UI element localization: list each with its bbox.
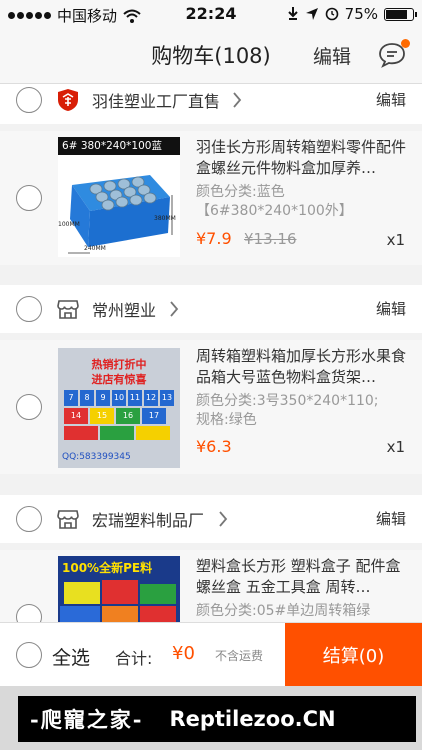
dimension-depth-label: 240MM	[84, 245, 106, 252]
product-spec-color[interactable]: 颜色分类:3号350*240*110;	[196, 392, 410, 411]
dimension-width-label: 380MM	[154, 215, 176, 222]
shop-header[interactable]: 宏瑞塑料制品厂 编辑	[0, 495, 422, 543]
select-all-label[interactable]: 全选	[52, 643, 90, 670]
shop-name[interactable]: 宏瑞塑料制品厂	[92, 507, 204, 531]
rotation-lock-icon	[287, 7, 298, 20]
item-select-radio[interactable]	[16, 185, 42, 211]
dimension-height-label: 100MM	[58, 221, 80, 228]
thumb-promo-line-1: 热销打折中	[91, 358, 147, 371]
thumb-label: 100%全新PE料	[62, 561, 153, 575]
shop-edit-button[interactable]: 编辑	[376, 508, 406, 529]
product-spec-color[interactable]: 颜色分类:05#单边周转箱绿	[196, 602, 410, 621]
box-number: 8	[80, 390, 94, 406]
shop-name[interactable]: 羽佳塑业工厂直售	[92, 88, 220, 112]
edit-button[interactable]: 编辑	[313, 42, 351, 69]
shop-select-radio[interactable]	[16, 87, 42, 113]
product-price: ¥7.9	[196, 229, 232, 248]
watermark: -爬寵之家- Reptilezoo.CN	[18, 696, 416, 742]
product-title[interactable]: 塑料盒长方形 塑料盒子 配件盒 螺丝盒 五金工具盒 周转…	[196, 556, 408, 598]
thumb-promo-line-2: 进店有惊喜	[91, 373, 147, 386]
blue-crate-image	[68, 175, 173, 254]
shop-header[interactable]: 羽佳塑业工厂直售 编辑	[0, 84, 422, 124]
store-icon	[57, 510, 79, 529]
box-number: 10	[112, 390, 126, 406]
product-spec-size[interactable]: 【6#380*240*100外】	[196, 202, 410, 221]
product-title[interactable]: 羽佳长方形周转箱塑料零件配件盒螺丝元件物料盒加厚养…	[196, 137, 408, 179]
store-icon	[57, 300, 79, 319]
box-number: 9	[96, 390, 110, 406]
total-value: ¥0	[172, 643, 195, 664]
watermark-english: Reptilezoo.CN	[169, 707, 336, 731]
stacked-crates-image: 7 8 9 10 11 12 13 14 15 16 17	[64, 390, 174, 444]
watermark-chinese: -爬寵之家-	[30, 707, 144, 732]
shop-header[interactable]: 常州塑业 编辑	[0, 285, 422, 333]
status-icons: 75%	[287, 5, 417, 23]
item-select-radio[interactable]	[16, 394, 42, 420]
box-number: 7	[64, 390, 78, 406]
nav-bar: 购物车(108) 编辑	[0, 28, 422, 84]
product-quantity: x1	[386, 438, 405, 456]
notification-badge	[401, 39, 410, 48]
cart-item[interactable]: 6# 380*240*100蓝 380MM 100MM 240MM 羽佳长方形周…	[0, 131, 422, 265]
box-number: 17	[142, 408, 166, 424]
box-number: 14	[64, 408, 88, 424]
total-label: 合计:	[115, 649, 153, 668]
box-number: 11	[128, 390, 142, 406]
thumb-qq-label: QQ:583399345	[62, 452, 131, 462]
battery-percent: 75%	[344, 5, 378, 23]
product-thumbnail[interactable]: 6# 380*240*100蓝 380MM 100MM 240MM	[58, 137, 180, 257]
shop-select-radio[interactable]	[16, 296, 42, 322]
chevron-right-icon[interactable]	[169, 301, 179, 317]
thumb-label: 6# 380*240*100蓝	[58, 137, 180, 155]
box-number: 12	[144, 390, 158, 406]
box-number: 16	[116, 408, 140, 424]
shop-name[interactable]: 常州塑业	[92, 297, 156, 321]
product-thumbnail[interactable]: 100%全新PE料	[58, 556, 180, 622]
shipping-note: 不含运费	[215, 649, 264, 663]
product-spec-color[interactable]: 颜色分类:蓝色	[196, 183, 410, 202]
product-quantity: x1	[386, 231, 405, 249]
product-title[interactable]: 周转箱塑料箱加厚长方形水果食品箱大号蓝色物料盒货架…	[196, 346, 408, 388]
tmall-shop-icon	[58, 89, 78, 111]
shop-edit-button[interactable]: 编辑	[376, 89, 406, 110]
chevron-right-icon[interactable]	[232, 92, 242, 108]
page-title: 购物车(108)	[151, 44, 271, 68]
location-icon	[305, 8, 318, 20]
chevron-right-icon[interactable]	[218, 511, 228, 527]
product-price: ¥6.3	[196, 437, 232, 456]
battery-icon	[384, 7, 417, 21]
status-bar: 中国移动 22:24 75%	[0, 0, 422, 28]
battery-fill	[386, 9, 407, 19]
alarm-icon	[325, 7, 338, 21]
cart-item[interactable]: 100%全新PE料 塑料盒长方形 塑料盒子 配件盒 螺丝盒 五金工具盒 周转… …	[0, 550, 422, 622]
product-original-price: ¥13.16	[244, 230, 297, 248]
checkout-button[interactable]: 结算(0)	[285, 623, 422, 687]
cart-item[interactable]: 热销打折中 进店有惊喜 7 8 9 10 11 12 13 14 15 16 1…	[0, 340, 422, 474]
select-all-radio[interactable]	[16, 642, 42, 668]
product-thumbnail[interactable]: 热销打折中 进店有惊喜 7 8 9 10 11 12 13 14 15 16 1…	[58, 348, 180, 468]
box-number: 15	[90, 408, 114, 424]
cart-list[interactable]: 羽佳塑业工厂直售 编辑 6# 380*240*100蓝 380MM 100MM	[0, 84, 422, 622]
checkout-bar: 全选 合计: ¥0 不含运费 结算(0)	[0, 622, 422, 687]
colored-crates-image	[58, 578, 180, 622]
box-number: 13	[160, 390, 174, 406]
item-select-radio[interactable]	[16, 604, 42, 622]
shop-edit-button[interactable]: 编辑	[376, 298, 406, 319]
product-spec-size[interactable]: 规格:绿色	[196, 411, 410, 430]
shop-select-radio[interactable]	[16, 506, 42, 532]
